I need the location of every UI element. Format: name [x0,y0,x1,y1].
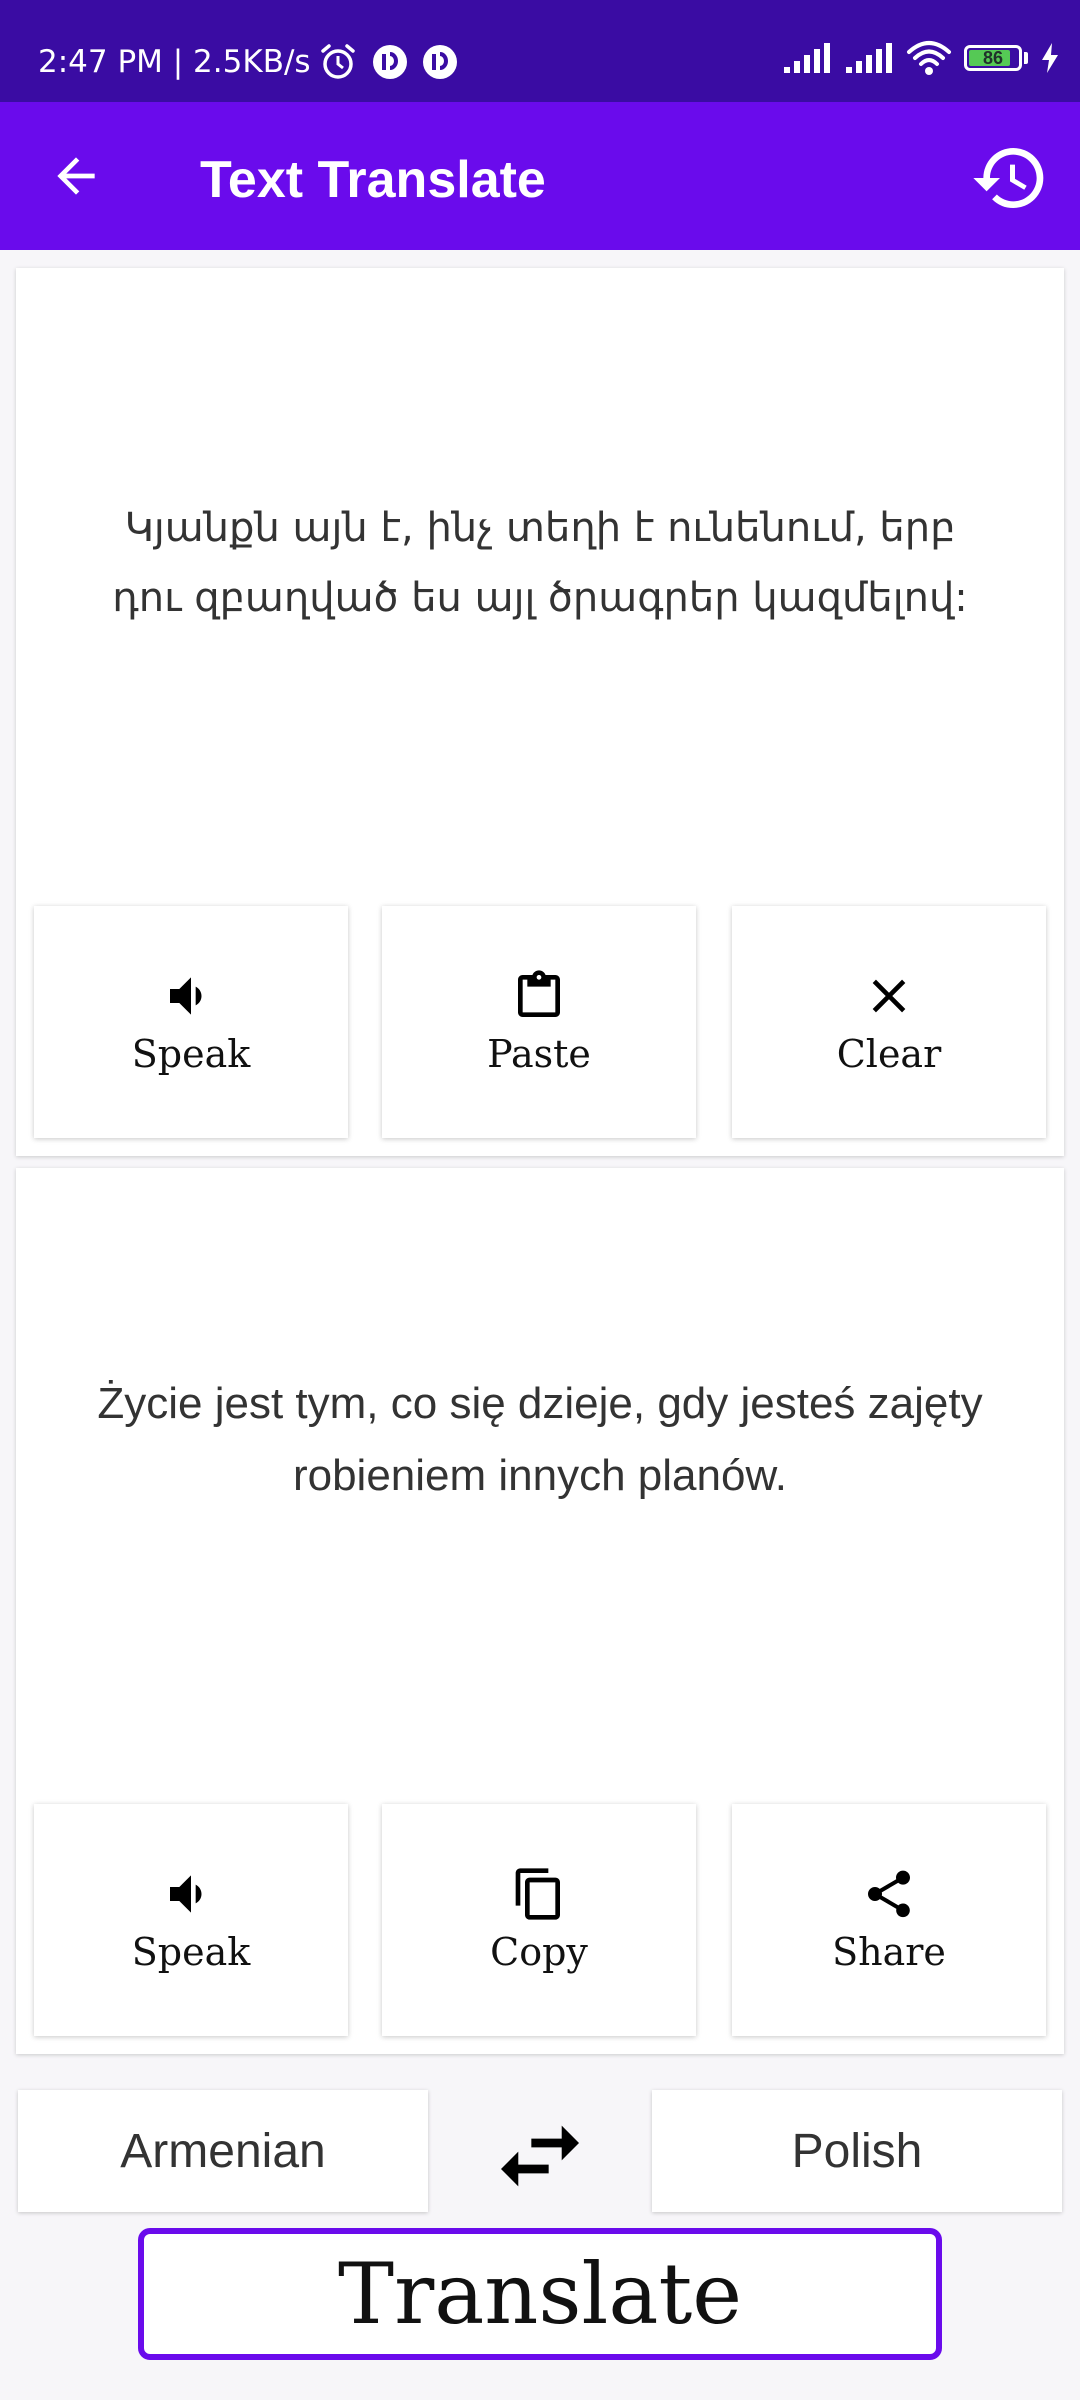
speaker-icon [170,977,202,1015]
target-card: Życie jest tym, co się dzieje, gdy jeste… [16,1168,1064,2054]
target-speak-button[interactable]: Speak [34,1804,348,2036]
history-button[interactable] [968,136,1052,220]
source-text[interactable]: Կյանքն այն է, ինչ տեղի է ունենում, երբ դ… [16,493,1064,633]
app-notification-icon [373,45,407,79]
source-card: Կյանքն այն է, ինչ տեղի է ունենում, երբ դ… [16,268,1064,1156]
copy-icon [515,1868,560,1920]
copy-label: Copy [490,1930,588,1974]
clear-button[interactable]: Clear [732,906,1046,1138]
speaker-icon [170,1875,202,1913]
copy-button[interactable]: Copy [382,1804,696,2036]
source-speak-label: Speak [131,1032,251,1076]
charging-icon [1042,43,1058,73]
source-language-button[interactable]: Armenian [18,2090,428,2212]
wifi-icon [907,41,951,75]
signal-icon [846,43,892,73]
translated-text[interactable]: Życie jest tym, co się dzieje, gdy jeste… [16,1368,1064,1512]
signal-icon [784,43,830,73]
share-label: Share [832,1930,946,1974]
target-speak-label: Speak [131,1930,251,1974]
arrow-back-icon [57,157,95,195]
alarm-icon [321,44,355,79]
share-button[interactable]: Share [732,1804,1046,2036]
status-right-icons: 86 [782,40,1060,76]
close-icon [872,979,906,1013]
battery-level: 86 [982,47,1004,68]
source-speak-button[interactable]: Speak [34,906,348,1138]
status-time: 2:47 PM | 2.5KB/s [38,44,311,80]
paste-button[interactable]: Paste [382,906,696,1138]
swap-languages-button[interactable] [484,2100,596,2212]
clipboard-icon [518,970,560,1017]
back-button[interactable] [40,140,112,212]
swap-icon [501,2125,579,2187]
share-icon [868,1870,910,1918]
translate-button[interactable]: Translate [138,2228,942,2360]
history-icon [973,148,1044,209]
status-bar: 2:47 PM | 2.5KB/s 86 [0,0,1080,102]
app-bar: Text Translate [0,102,1080,250]
battery-icon: 86 [964,45,1022,71]
paste-label: Paste [487,1032,591,1076]
app-notification-icon [423,45,457,79]
battery-cap [1024,52,1028,64]
target-language-button[interactable]: Polish [652,2090,1062,2212]
page-title: Text Translate [200,151,546,209]
clear-label: Clear [836,1032,942,1076]
